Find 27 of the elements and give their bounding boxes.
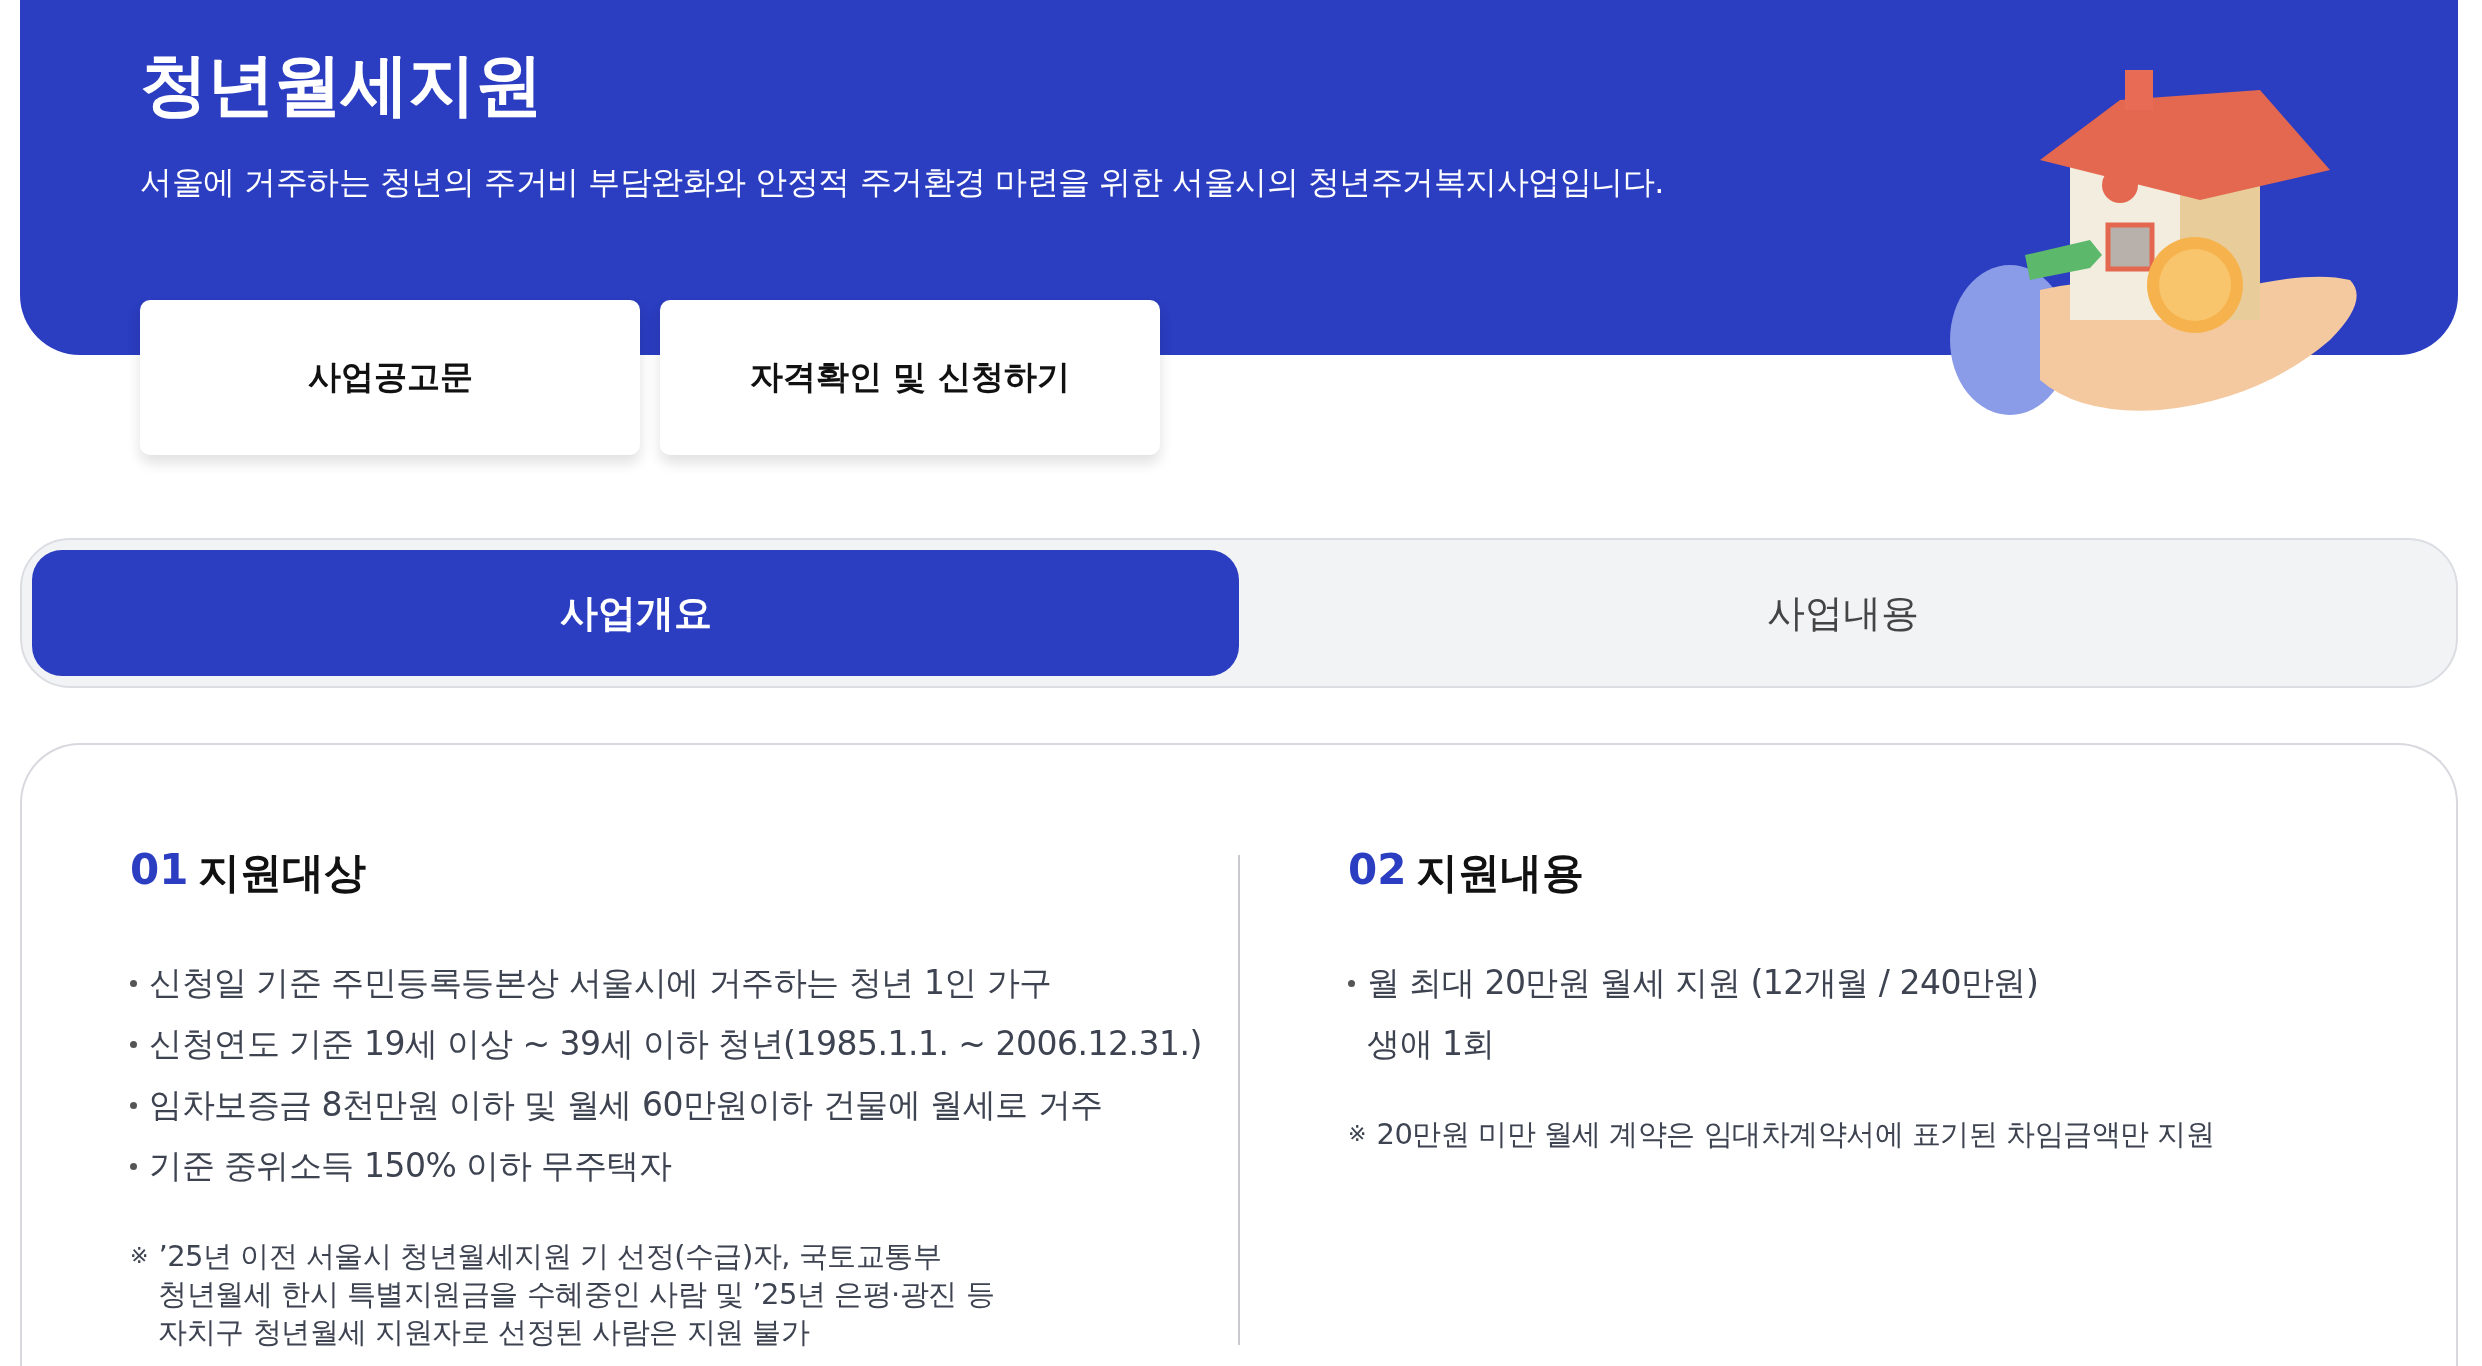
bullet-text: 신청일 기준 주민등록등본상 서울시에 거주하는 청년 1인 가구 <box>149 962 1052 1004</box>
bullet-icon <box>130 1041 137 1048</box>
bullet-text: 기준 중위소득 150% 이하 무주택자 <box>149 1145 672 1187</box>
note-text: 자치구 청년월세 지원자로 선정된 사람은 지원 불가 <box>158 1314 811 1351</box>
tab[interactable]: 사업개요 <box>32 550 1239 676</box>
note-mark: ※ <box>130 1242 149 1270</box>
bullet-text: 신청연도 기준 19세 이상 ~ 39세 이하 청년(1985.1.1. ~ 2006.12.31.) <box>149 1023 1202 1065</box>
tab[interactable]: 사업내용 <box>1239 550 2446 676</box>
section-title: 지원대상 <box>198 847 367 899</box>
note-text: ’25년 이전 서울시 청년월세지원 기 선정(수급)자, 국토교통부 <box>158 1238 943 1275</box>
section-number: 02 <box>1348 845 1407 896</box>
section-title: 지원내용 <box>1416 847 1585 899</box>
bullet-icon <box>1348 980 1355 987</box>
note-text: 20만원 미만 월세 계약은 임대차계약서에 표기된 차임금액만 지원 <box>1376 1116 2215 1153</box>
link-button[interactable]: 사업공고문 <box>140 300 640 455</box>
bullet-icon <box>130 1102 137 1109</box>
section-number: 01 <box>130 845 189 896</box>
link-button[interactable]: 자격확인 및 신청하기 <box>660 300 1160 455</box>
note-mark: ※ <box>1348 1120 1367 1148</box>
page-title: 청년월세지원 <box>140 44 543 126</box>
bullet-text: 생애 1회 <box>1367 1023 1496 1065</box>
page-subtitle: 서울에 거주하는 청년의 주거비 부담완화와 안정적 주거환경 마련을 위한 서울시의 청년주거복지사업입니다. <box>140 162 1665 203</box>
note-text: 청년월세 한시 특별지원금을 수혜중인 사람 및 ’25년 은평·광진 등 <box>158 1276 995 1313</box>
bullet-icon <box>130 980 137 987</box>
bullet-text: 월 최대 20만원 월세 지원 (12개월 / 240만원) <box>1367 962 2039 1004</box>
bullet-icon <box>130 1163 137 1170</box>
bullet-text: 임차보증금 8천만원 이하 및 월세 60만원이하 건물에 월세로 거주 <box>149 1084 1103 1126</box>
